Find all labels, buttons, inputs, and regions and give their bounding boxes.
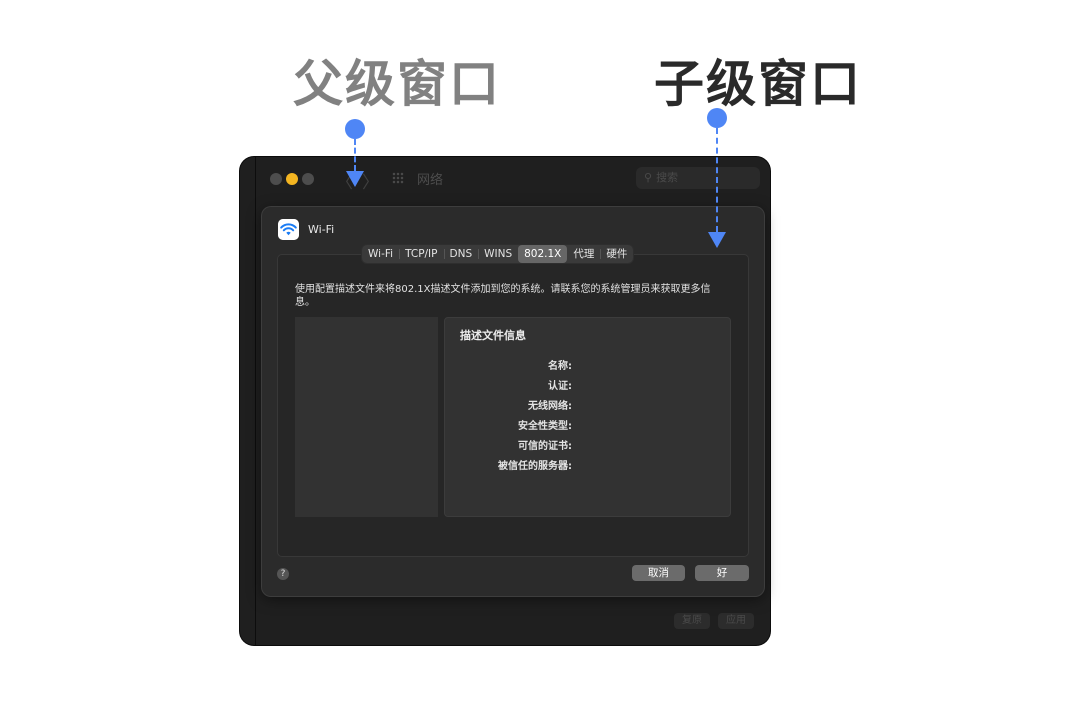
pointer-dashed-line [354, 139, 356, 171]
tab-dns[interactable]: DNS [443, 245, 479, 263]
cancel-button[interactable]: 取消 [632, 565, 685, 581]
field-name-label: 名称: [548, 361, 572, 372]
field-auth-label: 认证: [548, 381, 572, 392]
revert-button[interactable]: 复原 [674, 613, 710, 629]
tab-tcpip[interactable]: TCP/IP [399, 245, 443, 263]
tab-proxy[interactable]: 代理 [567, 245, 600, 263]
interface-name: Wi-Fi [308, 223, 335, 236]
description-text: 使用配置描述文件来将802.1X描述文件添加到您的系统。请联系您的系统管理员来获… [295, 284, 711, 308]
tab-wins[interactable]: WINS [478, 245, 518, 263]
child-window-pointer [706, 108, 728, 248]
help-button[interactable]: ? [277, 568, 289, 580]
field-network-label: 无线网络: [528, 401, 572, 412]
down-arrow-icon [346, 171, 364, 187]
field-trusted-servers-label: 被信任的服务器: [498, 461, 572, 472]
field-security-label: 安全性类型: [518, 421, 572, 432]
apply-button[interactable]: 应用 [718, 613, 754, 629]
ok-button[interactable]: 好 [695, 565, 749, 581]
wifi-icon [278, 219, 299, 240]
pointer-dot [707, 108, 727, 128]
profile-info-box: 描述文件信息 名称: 认证: 无线网络: 安全性类型: 可信的证书: 被信任的服… [444, 317, 731, 517]
tab-bar: Wi-Fi TCP/IP DNS WINS 802.1X 代理 硬件 [362, 245, 634, 263]
window-title: 网络 [417, 173, 444, 188]
tab-wifi[interactable]: Wi-Fi [362, 245, 399, 263]
pointer-dashed-line [716, 128, 718, 232]
profile-info-title: 描述文件信息 [460, 329, 526, 342]
advanced-settings-sheet: Wi-Fi Wi-Fi TCP/IP DNS WINS 802.1X 代理 硬件… [262, 207, 764, 596]
parent-window-label: 父级窗口 [293, 55, 501, 113]
profile-list[interactable] [295, 317, 438, 517]
child-window-label: 子级窗口 [654, 55, 862, 113]
pointer-dot [345, 119, 365, 139]
zoom-window-button[interactable] [302, 173, 314, 185]
field-certificates-label: 可信的证书: [518, 441, 572, 452]
tab-8021x[interactable]: 802.1X [518, 245, 568, 263]
search-field[interactable]: ⚲ 搜索 [636, 167, 760, 189]
down-arrow-icon [708, 232, 726, 248]
search-placeholder: 搜索 [656, 171, 679, 184]
app-grid-icon[interactable] [392, 172, 404, 184]
tab-hardware[interactable]: 硬件 [600, 245, 633, 263]
close-window-button[interactable] [270, 173, 282, 185]
minimize-window-button[interactable] [286, 173, 298, 185]
title-bar: 〈 〉 网络 ⚲ 搜索 [240, 157, 770, 201]
search-icon: ⚲ [644, 171, 653, 184]
parent-window-pointer [344, 119, 366, 187]
